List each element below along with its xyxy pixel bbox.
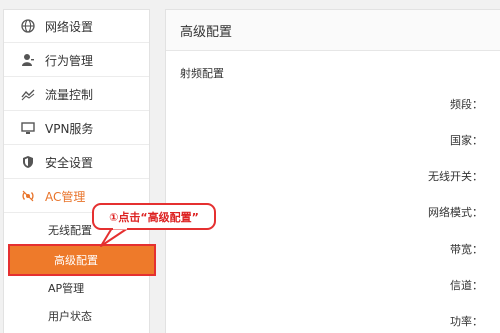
main-panel: 高级配置 射频配置 频段： 国家： 无线开关： 网络模式： 带宽： 信道： 功率… [165, 9, 500, 333]
sidebar-item-label: 流量控制 [45, 87, 94, 102]
callout-annotation: ①点击“高级配置” [92, 203, 216, 230]
sidebar-subitem-label: 用户状态 [48, 310, 92, 323]
wireless-icon [20, 188, 36, 204]
sidebar-subitem-ap-manage[interactable]: AP管理 [4, 274, 149, 302]
sidebar-item-behavior[interactable]: 行为管理 [4, 44, 149, 77]
section-title: 射频配置 [180, 67, 224, 80]
field-label-power: 功率： [450, 315, 483, 328]
sidebar: 网络设置 行为管理 流量控制 VPN服务 安全设置 AC管理 无线配置 高级配置 [3, 9, 156, 333]
sidebar-item-label: 网络设置 [45, 19, 94, 34]
globe-icon [20, 18, 36, 34]
sidebar-item-security[interactable]: 安全设置 [4, 146, 149, 179]
user-icon [20, 52, 36, 68]
sidebar-subitem-label: AP管理 [48, 282, 85, 295]
traffic-icon [20, 86, 36, 102]
sidebar-item-label: 行为管理 [45, 53, 94, 68]
monitor-icon [20, 120, 36, 136]
shield-icon [20, 154, 36, 170]
field-label-bandwidth: 带宽： [450, 243, 483, 256]
sidebar-item-traffic[interactable]: 流量控制 [4, 78, 149, 111]
sidebar-item-label: 安全设置 [45, 155, 94, 170]
sidebar-subitem-label: 无线配置 [48, 224, 92, 237]
sidebar-item-network[interactable]: 网络设置 [4, 10, 149, 43]
page-title: 高级配置 [166, 10, 500, 51]
sidebar-subitem-user-status[interactable]: 用户状态 [4, 302, 149, 330]
field-label-network-mode: 网络模式： [428, 206, 483, 219]
field-label-wireless-switch: 无线开关： [428, 170, 483, 183]
field-label-country: 国家： [450, 134, 483, 147]
sidebar-item-vpn[interactable]: VPN服务 [4, 112, 149, 145]
field-label-band: 频段： [450, 98, 483, 111]
sidebar-item-label: VPN服务 [45, 121, 94, 136]
field-label-channel: 信道： [450, 279, 483, 292]
sidebar-subitem-label: 高级配置 [54, 254, 98, 267]
sidebar-item-label: AC管理 [45, 189, 86, 204]
sidebar-subitem-advanced[interactable]: 高级配置 [8, 244, 156, 276]
